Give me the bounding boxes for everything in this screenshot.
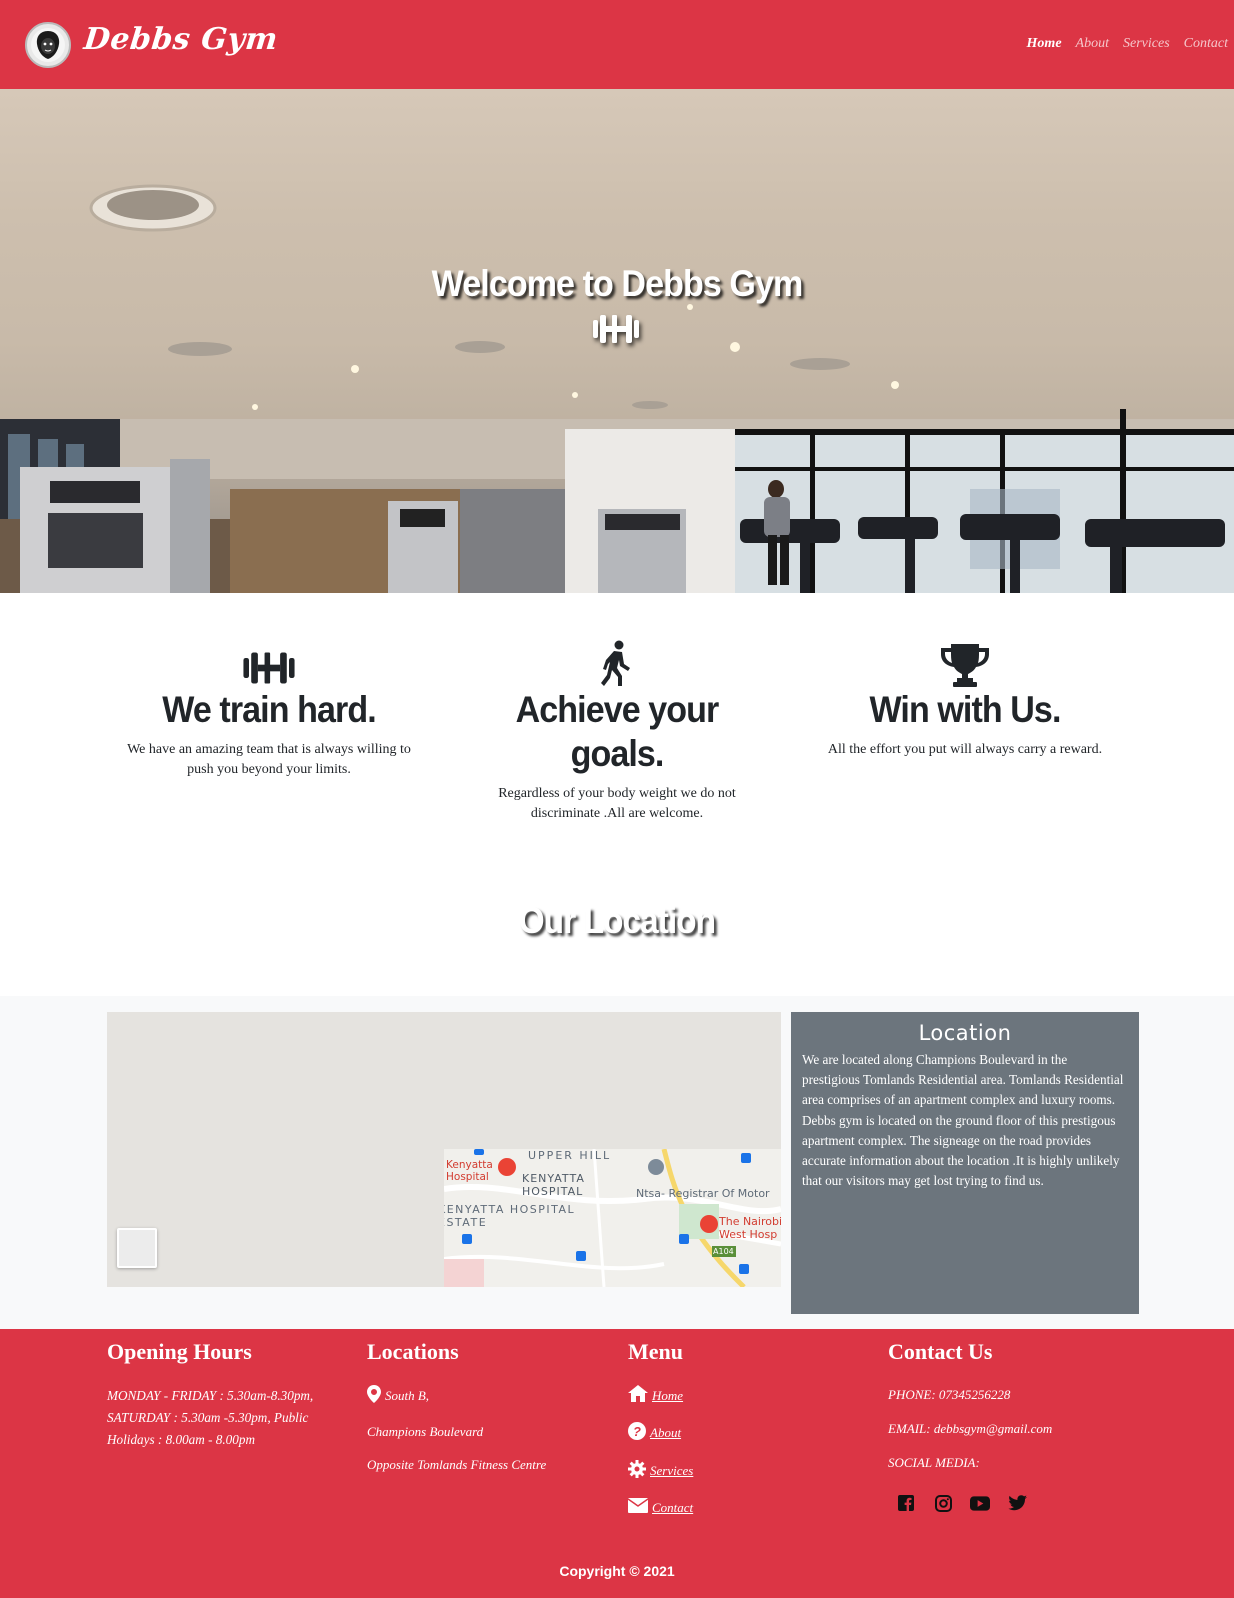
feature-title: We train hard. bbox=[162, 689, 376, 730]
location-info-card: Location We are located along Champions … bbox=[791, 1012, 1139, 1314]
footer-location-line: Opposite Tomlands Fitness Centre bbox=[367, 1457, 547, 1472]
feature-title: Win with Us. bbox=[869, 689, 1061, 730]
map-label-kenyatta-hospital-area: KENYATTA HOSPITAL bbox=[522, 1172, 585, 1198]
question-circle-icon: ? bbox=[628, 1422, 646, 1444]
footer-email[interactable]: EMAIL: debbsgym@gmail.com bbox=[888, 1421, 1138, 1437]
footer-menu-title: Menu bbox=[628, 1339, 683, 1364]
walking-person-icon bbox=[452, 640, 782, 688]
footer-location-line: Champions Boulevard bbox=[367, 1424, 484, 1439]
footer-phone[interactable]: PHONE: 07345256228 bbox=[888, 1387, 1138, 1403]
home-icon bbox=[628, 1385, 648, 1406]
footer-location-line: South B, bbox=[385, 1388, 430, 1403]
nav-link-home[interactable]: Home bbox=[1025, 36, 1064, 52]
location-card-text: We are located along Champions Boulevard… bbox=[802, 1052, 1124, 1189]
map-label-upper-hill: UPPER HILL bbox=[528, 1149, 612, 1162]
map-control-button[interactable] bbox=[117, 1228, 157, 1268]
map-tile: UPPER HILL Kenyatta Hospital KENYATTA HO… bbox=[444, 1149, 781, 1287]
footer-menu-home[interactable]: Home bbox=[652, 1388, 683, 1404]
location-card-title: Location bbox=[918, 1021, 1012, 1045]
dumbbell-icon bbox=[104, 640, 434, 688]
footer-menu: Menu Home ? About Services Contact bbox=[627, 1339, 878, 1517]
nav-link-services[interactable]: Services bbox=[1121, 36, 1172, 52]
footer-contact-title: Contact Us bbox=[888, 1339, 993, 1364]
feature-title: Achieve your goals. bbox=[515, 689, 720, 774]
instagram-icon[interactable] bbox=[933, 1493, 953, 1513]
twitter-icon[interactable] bbox=[1007, 1493, 1027, 1513]
nav-menu: Home About Services Contact bbox=[1025, 36, 1230, 52]
feature-achieve-goals: Achieve your goals. Regardless of your b… bbox=[452, 640, 782, 824]
hero-banner: Welcome to Debbs Gym bbox=[0, 89, 1234, 593]
location-heading: Our Location bbox=[518, 900, 716, 941]
footer-opening-title: Opening Hours bbox=[107, 1339, 252, 1364]
nav-link-contact[interactable]: Contact bbox=[1182, 36, 1230, 52]
footer-menu-services[interactable]: Services bbox=[650, 1463, 693, 1479]
svg-text:?: ? bbox=[633, 1424, 641, 1439]
feature-train-hard: We train hard. We have an amazing team t… bbox=[104, 640, 434, 780]
dumbbell-icon bbox=[592, 311, 640, 352]
copyright-text: Copyright © 2021 bbox=[559, 1563, 675, 1579]
map-label-kenyatta-hospital: Kenyatta Hospital bbox=[446, 1159, 493, 1183]
lion-logo-icon[interactable] bbox=[25, 22, 71, 68]
hero-title: Welcome to Debbs Gym bbox=[431, 263, 804, 304]
footer: Opening Hours MONDAY - FRIDAY : 5.30am-8… bbox=[0, 1329, 1234, 1598]
gear-icon bbox=[628, 1460, 646, 1482]
footer-locations-title: Locations bbox=[367, 1339, 459, 1364]
social-links bbox=[896, 1493, 1138, 1513]
footer-menu-about[interactable]: About bbox=[650, 1425, 681, 1441]
navbar: Debbs Gym Home About Services Contact bbox=[0, 0, 1234, 89]
trophy-icon bbox=[800, 640, 1130, 688]
embedded-map[interactable]: UPPER HILL Kenyatta Hospital KENYATTA HO… bbox=[107, 1012, 781, 1287]
map-pin-icon bbox=[367, 1385, 381, 1407]
map-label-ntsa: Ntsa- Registrar Of Motor bbox=[636, 1187, 770, 1200]
facebook-icon[interactable] bbox=[896, 1493, 916, 1513]
youtube-icon[interactable] bbox=[970, 1493, 990, 1513]
map-label-estate: KENYATTA HOSPITAL ESTATE bbox=[444, 1203, 576, 1229]
feature-text: Regardless of your body weight we do not… bbox=[498, 786, 736, 821]
footer-locations: Locations South B, Champions Boulevard O… bbox=[367, 1339, 617, 1473]
feature-win-with-us: Win with Us. All the effort you put will… bbox=[800, 640, 1130, 760]
feature-text: We have an amazing team that is always w… bbox=[127, 742, 411, 777]
footer-contact: Contact Us PHONE: 07345256228 EMAIL: deb… bbox=[888, 1339, 1138, 1513]
envelope-icon bbox=[627, 1498, 649, 1517]
map-label-nairobi-west: The Nairobi West Hosp bbox=[719, 1215, 781, 1241]
feature-text: All the effort you put will always carry… bbox=[827, 742, 1103, 757]
footer-menu-contact[interactable]: Contact bbox=[652, 1500, 693, 1516]
nav-link-about[interactable]: About bbox=[1074, 36, 1111, 52]
map-label-road: A104 bbox=[713, 1247, 734, 1256]
brand-name[interactable]: Debbs Gym bbox=[82, 22, 279, 57]
footer-opening-text: MONDAY - FRIDAY : 5.30am-8.30pm, SATURDA… bbox=[107, 1388, 314, 1447]
footer-social-label: SOCIAL MEDIA: bbox=[888, 1455, 980, 1470]
footer-opening-hours: Opening Hours MONDAY - FRIDAY : 5.30am-8… bbox=[107, 1339, 357, 1451]
